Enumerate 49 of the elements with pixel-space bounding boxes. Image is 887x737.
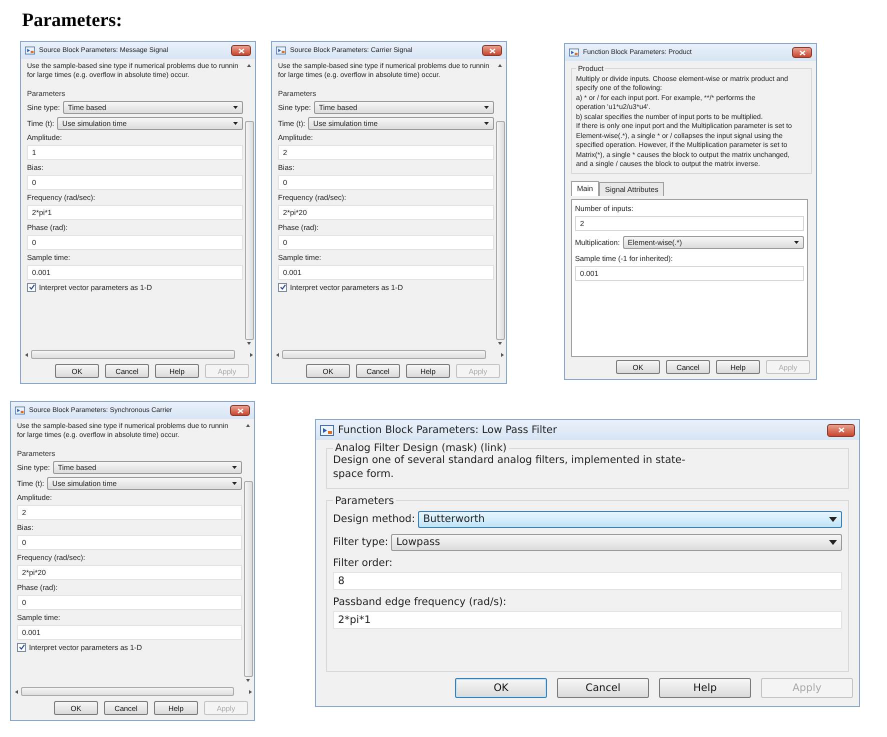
block-icon [15,406,25,415]
close-icon [838,427,844,433]
caret-icon [484,122,489,125]
group-label: Parameters [334,494,395,507]
checkbox[interactable] [278,282,287,292]
dropdown[interactable]: Lowpass [391,534,842,551]
block-icon [320,424,334,436]
checkbox[interactable] [27,282,36,292]
close-button[interactable] [792,47,812,58]
input-field[interactable]: 2*pi*1 [333,610,842,629]
close-button[interactable] [827,424,855,436]
close-button[interactable] [231,45,251,56]
vertical-scrollbar[interactable] [244,422,252,684]
vertical-scrollbar[interactable] [245,62,253,347]
description-text: Design one of several standard analog filters, implemented in state- space form. [333,454,686,482]
horizontal-scrollbar[interactable] [276,350,504,359]
caret-icon [232,482,237,485]
window-title: Function Block Parameters: Low Pass Filter [338,424,558,436]
checkbox[interactable] [17,642,26,652]
dialog-button[interactable]: Help [659,678,751,698]
close-icon [236,408,244,414]
group-label: Analog Filter Design (mask) (link) [334,442,508,454]
caret-icon [233,106,238,109]
close-icon [798,50,806,56]
caret-icon [484,106,489,109]
caret-icon [794,241,799,244]
close-icon [488,48,496,54]
block-icon [569,48,579,57]
dropdown[interactable]: Butterworth [418,510,842,528]
caret-icon [232,466,237,469]
field-label: Filter order: [333,556,394,569]
field-label: Passband edge frequency (rad/s): [333,596,508,608]
caret-icon [829,540,837,545]
horizontal-scrollbar[interactable] [15,687,252,696]
input-field[interactable]: 8 [333,572,842,590]
close-button[interactable] [230,405,250,416]
page-heading: Parameters: [22,10,122,32]
dialog-button[interactable]: Cancel [557,678,649,698]
field-label: Design method: [333,513,416,526]
close-button[interactable] [482,45,502,56]
close-icon [238,48,244,54]
vertical-scrollbar[interactable] [496,62,504,347]
field-label: Filter type: [333,536,388,548]
horizontal-scrollbar[interactable] [25,350,253,359]
block-icon [25,46,35,55]
caret-icon [233,122,238,125]
block-icon [276,46,286,55]
caret-icon [829,516,837,522]
dialog-button[interactable]: OK [455,678,547,698]
